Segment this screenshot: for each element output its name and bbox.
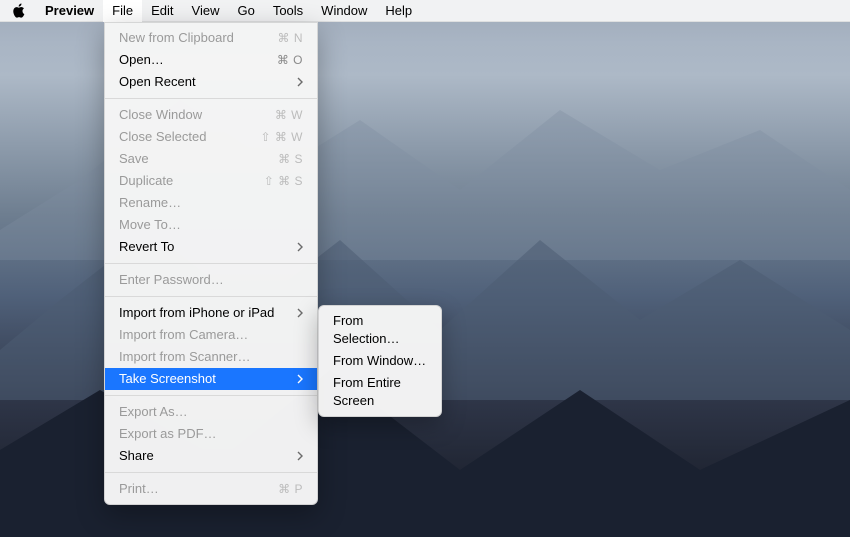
menu-item-share[interactable]: Share xyxy=(105,445,317,467)
menubar-item-window[interactable]: Window xyxy=(312,0,376,22)
menu-item-close-selected: Close Selected ⇧ ⌘ W xyxy=(105,126,317,148)
menu-item-open-recent[interactable]: Open Recent xyxy=(105,71,317,93)
desktop: Preview File Edit View Go Tools Window H… xyxy=(0,0,850,537)
menu-item-label: Share xyxy=(119,447,154,465)
menu-item-label: Close Window xyxy=(119,106,202,124)
menu-item-print: Print… ⌘ P xyxy=(105,478,317,500)
menu-item-open[interactable]: Open… ⌘ O xyxy=(105,49,317,71)
menu-item-label: Move To… xyxy=(119,216,181,234)
menu-item-label: Close Selected xyxy=(119,128,206,146)
menu-item-enter-password: Enter Password… xyxy=(105,269,317,291)
menu-separator xyxy=(105,395,317,396)
menu-item-shortcut: ⌘ O xyxy=(277,51,303,69)
menu-item-import-from-iphone-or-ipad[interactable]: Import from iPhone or iPad xyxy=(105,302,317,324)
chevron-right-icon xyxy=(293,77,303,87)
menu-item-label: Revert To xyxy=(119,238,174,256)
menu-item-shortcut: ⌘ W xyxy=(275,106,303,124)
menu-item-shortcut: ⇧ ⌘ S xyxy=(264,172,303,190)
menu-item-shortcut: ⇧ ⌘ W xyxy=(260,128,303,146)
menubar-item-file[interactable]: File xyxy=(103,0,142,22)
apple-menu-icon[interactable] xyxy=(10,3,26,19)
menubar-item-help[interactable]: Help xyxy=(376,0,421,22)
menu-item-label: Rename… xyxy=(119,194,181,212)
menu-item-label: Export as PDF… xyxy=(119,425,217,443)
menu-item-take-screenshot[interactable]: Take Screenshot xyxy=(105,368,317,390)
chevron-right-icon xyxy=(293,308,303,318)
menu-item-save: Save ⌘ S xyxy=(105,148,317,170)
chevron-right-icon xyxy=(293,374,303,384)
menu-item-import-from-scanner: Import from Scanner… xyxy=(105,346,317,368)
menu-item-label: Print… xyxy=(119,480,159,498)
menu-item-new-from-clipboard: New from Clipboard ⌘ N xyxy=(105,27,317,49)
menu-item-label: Import from Scanner… xyxy=(119,348,251,366)
menu-item-export-as-pdf: Export as PDF… xyxy=(105,423,317,445)
menu-item-revert-to[interactable]: Revert To xyxy=(105,236,317,258)
chevron-right-icon xyxy=(293,451,303,461)
menu-separator xyxy=(105,296,317,297)
file-menu-dropdown: New from Clipboard ⌘ N Open… ⌘ O Open Recent… xyxy=(104,22,318,505)
menu-item-export-as: Export As… xyxy=(105,401,317,423)
menubar-app-name[interactable]: Preview xyxy=(36,0,103,22)
menu-item-shortcut: ⌘ S xyxy=(278,150,303,168)
menu-item-label: Save xyxy=(119,150,149,168)
menubar: Preview File Edit View Go Tools Window H… xyxy=(0,0,850,22)
menubar-item-tools[interactable]: Tools xyxy=(264,0,312,22)
menu-item-import-from-camera: Import from Camera… xyxy=(105,324,317,346)
submenu-item-from-selection[interactable]: From Selection… xyxy=(319,310,441,350)
menu-item-shortcut: ⌘ P xyxy=(278,480,303,498)
submenu-item-from-entire-screen[interactable]: From Entire Screen xyxy=(319,372,441,412)
menu-item-label: New from Clipboard xyxy=(119,29,234,47)
menu-item-shortcut: ⌘ N xyxy=(278,29,304,47)
submenu-item-from-window[interactable]: From Window… xyxy=(319,350,441,372)
menu-item-label: Open Recent xyxy=(119,73,196,91)
menu-item-label: Enter Password… xyxy=(119,271,224,289)
menu-item-rename: Rename… xyxy=(105,192,317,214)
menu-item-label: Export As… xyxy=(119,403,188,421)
menu-item-label: Import from Camera… xyxy=(119,326,248,344)
menu-item-duplicate: Duplicate ⇧ ⌘ S xyxy=(105,170,317,192)
menubar-item-view[interactable]: View xyxy=(183,0,229,22)
menu-separator xyxy=(105,263,317,264)
chevron-right-icon xyxy=(293,242,303,252)
menubar-item-go[interactable]: Go xyxy=(228,0,263,22)
menubar-item-edit[interactable]: Edit xyxy=(142,0,182,22)
menu-item-label: Import from iPhone or iPad xyxy=(119,304,274,322)
menu-item-label: Duplicate xyxy=(119,172,173,190)
menu-separator xyxy=(105,472,317,473)
menu-item-close-window: Close Window ⌘ W xyxy=(105,104,317,126)
menu-separator xyxy=(105,98,317,99)
take-screenshot-submenu: From Selection… From Window… From Entire… xyxy=(318,305,442,417)
menu-item-label: Open… xyxy=(119,51,164,69)
menu-item-move-to: Move To… xyxy=(105,214,317,236)
menu-item-label: Take Screenshot xyxy=(119,370,216,388)
